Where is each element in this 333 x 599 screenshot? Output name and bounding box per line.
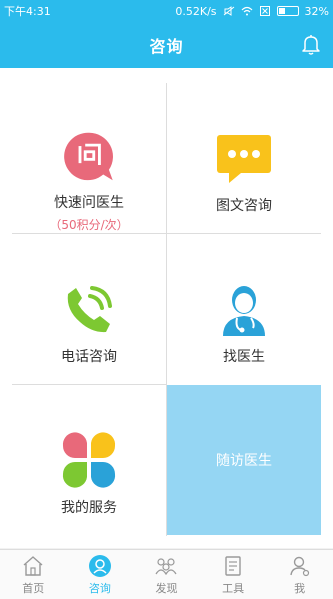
phone-consult-button[interactable]: 电话咨询 [12, 234, 166, 384]
service-grid: 快速问医生 （50积分/次） 图文咨询 电话咨询 找医生 我的服务 随访医生 [0, 68, 333, 548]
tools-icon [225, 555, 241, 576]
discover-icon [155, 557, 177, 575]
find-doctor-label: 找医生 [223, 349, 265, 365]
tab-profile-label: 我 [294, 581, 306, 595]
network-speed: 0.52K/s [175, 4, 217, 18]
tab-tools[interactable]: 工具 [200, 550, 267, 599]
status-right: 0.52K/s 32% [175, 5, 329, 18]
tab-home[interactable]: 首页 [0, 550, 67, 599]
app-header: 咨询 [0, 22, 333, 68]
chat-bubble-icon [217, 135, 271, 183]
bell-icon[interactable] [301, 34, 321, 56]
find-doctor-button[interactable]: 找医生 [167, 234, 321, 384]
profile-icon [289, 556, 309, 576]
tab-profile[interactable]: 我 [266, 550, 333, 599]
consult-icon [88, 554, 111, 577]
no-sim-icon [259, 6, 270, 16]
status-time: 下午4:31 [4, 5, 51, 18]
quick-ask-icon [64, 132, 113, 181]
doctor-icon [223, 286, 265, 336]
tab-consult[interactable]: 咨询 [67, 550, 134, 599]
tab-home-label: 首页 [22, 581, 45, 595]
bottom-tab-bar: 首页 咨询 发现 工具 我 [0, 549, 333, 599]
silent-icon [223, 6, 234, 16]
tab-discover-label: 发现 [155, 581, 178, 595]
text-consult-label: 图文咨询 [216, 198, 272, 214]
wifi-icon [241, 6, 252, 16]
battery-text: 32% [304, 4, 329, 18]
home-icon [23, 555, 43, 576]
tab-discover[interactable]: 发现 [133, 550, 200, 599]
my-services-label: 我的服务 [61, 500, 117, 516]
my-services-button[interactable]: 我的服务 [12, 385, 166, 535]
quick-ask-label: 快速问医生 [54, 195, 124, 211]
battery-icon [276, 6, 299, 16]
tab-tools-label: 工具 [222, 581, 245, 595]
tab-consult-label: 咨询 [88, 581, 111, 595]
follow-up-doctor-label: 随访医生 [216, 453, 272, 469]
quick-ask-doctor-button[interactable]: 快速问医生 （50积分/次） [12, 83, 166, 233]
phone-consult-label: 电话咨询 [61, 349, 117, 365]
phone-icon [67, 286, 112, 333]
status-bar: 下午4:31 0.52K/s 32% [0, 0, 333, 22]
follow-up-doctor-button[interactable]: 随访医生 [167, 385, 321, 535]
quick-ask-price: （50积分/次） [49, 218, 129, 232]
clover-icon [62, 432, 116, 488]
text-consult-button[interactable]: 图文咨询 [167, 83, 321, 233]
page-title: 咨询 [149, 37, 184, 56]
